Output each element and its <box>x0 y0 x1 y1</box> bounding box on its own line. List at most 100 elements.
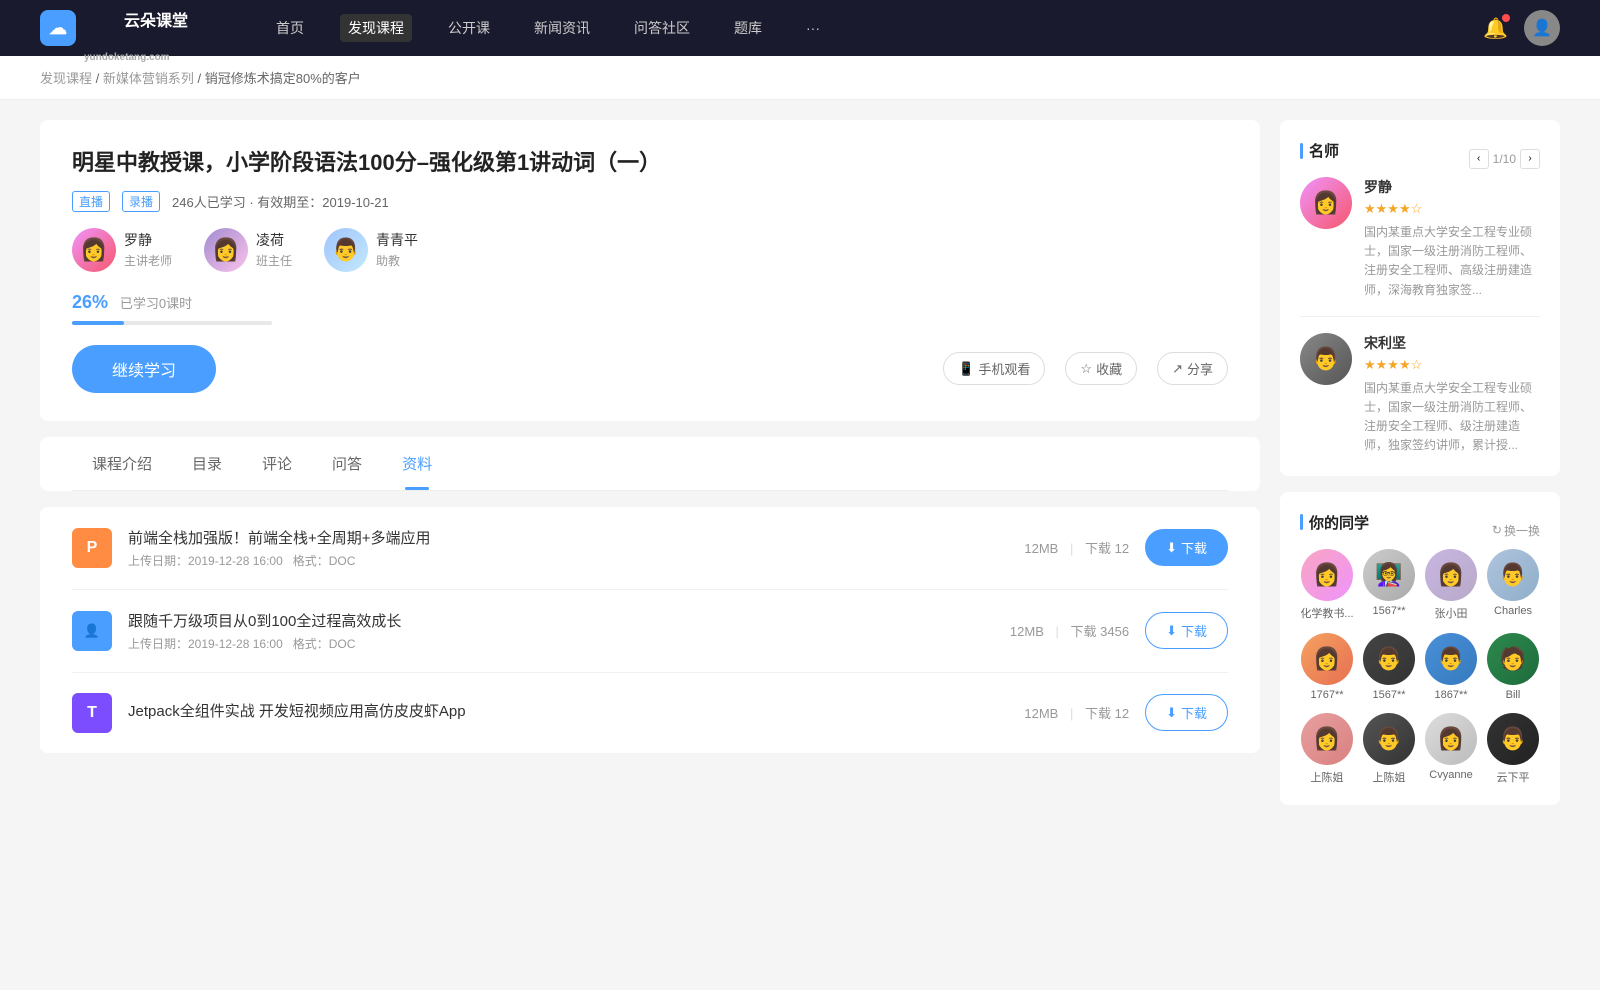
content-right: 名师 ‹ 1/10 › 👩 罗静 ★★★★☆ 国内某重点大学安全工程专业硕士，国… <box>1280 120 1560 821</box>
resource-name-1: 跟随千万级项目从0到100全过程高效成长 <box>128 610 994 631</box>
student-10-name: Cvyanne <box>1424 769 1478 781</box>
student-2-name: 张小田 <box>1424 605 1478 621</box>
nav-home[interactable]: 首页 <box>268 14 312 42</box>
collect-button[interactable]: ☆ 收藏 <box>1065 352 1137 385</box>
progress-percent: 26% <box>72 292 108 313</box>
notification-bell[interactable]: 🔔 <box>1483 16 1508 41</box>
teachers-sidebar-title: 名师 <box>1300 140 1339 161</box>
action-links: 📱 手机观看 ☆ 收藏 ↗ 分享 <box>943 352 1228 385</box>
nav-more[interactable]: ··· <box>798 16 828 40</box>
teacher-1-name: 凌荷 <box>256 230 292 250</box>
teacher-2-avatar: 👨 <box>324 228 368 272</box>
tab-review[interactable]: 评论 <box>242 437 312 490</box>
student-8-avatar: 👩 <box>1301 713 1353 765</box>
teacher-1: 👩 凌荷 班主任 <box>204 228 292 272</box>
logo[interactable]: ☁ 云朵课堂 yundoketang.com <box>40 0 228 64</box>
sidebar-teacher-1: 👨 宋利坚 ★★★★☆ 国内某重点大学安全工程专业硕士，国家一级注册消防工程师、… <box>1300 333 1540 456</box>
teacher-1-avatar: 👩 <box>204 228 248 272</box>
student-7-avatar: 🧑 <box>1487 633 1539 685</box>
tab-resources[interactable]: 资料 <box>382 437 452 490</box>
sidebar-teacher-0: 👩 罗静 ★★★★☆ 国内某重点大学安全工程专业硕士，国家一级注册消防工程师、注… <box>1300 177 1540 317</box>
teacher-2: 👨 青青平 助教 <box>324 228 418 272</box>
student-5[interactable]: 👨 1567** <box>1362 633 1416 701</box>
student-5-avatar: 👨 <box>1363 633 1415 685</box>
nav-public[interactable]: 公开课 <box>440 14 498 42</box>
student-3[interactable]: 👨 Charles <box>1486 549 1540 621</box>
teachers-next-button[interactable]: › <box>1520 149 1540 169</box>
student-9-avatar: 👨 <box>1363 713 1415 765</box>
user-avatar[interactable]: 👤 <box>1524 10 1560 46</box>
progress-bar-fill <box>72 321 124 325</box>
resource-icon-0: P <box>72 528 112 568</box>
header-right: 🔔 👤 <box>1483 10 1560 46</box>
student-3-avatar: 👨 <box>1487 549 1539 601</box>
download-button-1[interactable]: ⬇ 下载 <box>1145 612 1228 649</box>
teachers-prev-button[interactable]: ‹ <box>1469 149 1489 169</box>
student-11-name: 云下平 <box>1486 769 1540 785</box>
teachers-section: 👩 罗静 主讲老师 👩 凌荷 班主任 👨 青青平 <box>72 228 1228 272</box>
teachers-sidebar-header: 名师 ‹ 1/10 › <box>1300 140 1540 177</box>
tab-catalog[interactable]: 目录 <box>172 437 242 490</box>
download-button-2[interactable]: ⬇ 下载 <box>1145 694 1228 731</box>
resource-name-2: Jetpack全组件实战 开发短视频应用高仿皮皮虾App <box>128 700 1008 721</box>
teacher-0-name: 罗静 <box>124 230 172 250</box>
resource-size-1: 12MB | 下载 3456 <box>1010 621 1129 640</box>
breadcrumb-item-1[interactable]: 发现课程 <box>40 71 92 86</box>
nav-news[interactable]: 新闻资讯 <box>526 14 598 42</box>
student-7[interactable]: 🧑 Bill <box>1486 633 1540 701</box>
course-actions: 继续学习 📱 手机观看 ☆ 收藏 ↗ 分享 <box>72 345 1228 393</box>
student-2[interactable]: 👩 张小田 <box>1424 549 1478 621</box>
student-6-avatar: 👨 <box>1425 633 1477 685</box>
continue-learning-button[interactable]: 继续学习 <box>72 345 216 393</box>
badge-record: 录播 <box>122 191 160 212</box>
resource-name-0: 前端全栈加强版！前端全栈+全周期+多端应用 <box>128 527 1008 548</box>
resource-meta-0: 上传日期：2019-12-28 16:00 格式：DOC <box>128 552 1008 569</box>
teacher-0-avatar: 👩 <box>72 228 116 272</box>
resource-meta-1: 上传日期：2019-12-28 16:00 格式：DOC <box>128 635 994 652</box>
progress-section: 26% 已学习0课时 <box>72 292 1228 325</box>
breadcrumb-item-2[interactable]: 新媒体营销系列 <box>103 71 194 86</box>
progress-bar-bg <box>72 321 272 325</box>
student-5-name: 1567** <box>1362 689 1416 701</box>
resource-size-2: 12MB | 下载 12 <box>1024 703 1129 722</box>
resource-item-1: 👤 跟随千万级项目从0到100全过程高效成长 上传日期：2019-12-28 1… <box>72 590 1228 673</box>
header-left: ☁ 云朵课堂 yundoketang.com 首页 发现课程 公开课 新闻资讯 … <box>40 0 828 64</box>
tab-intro[interactable]: 课程介绍 <box>72 437 172 490</box>
student-1[interactable]: 👩‍🏫 1567** <box>1362 549 1416 621</box>
phone-view-button[interactable]: 📱 手机观看 <box>943 352 1045 385</box>
student-6[interactable]: 👨 1867** <box>1424 633 1478 701</box>
teacher-0-role: 主讲老师 <box>124 252 172 269</box>
nav-quiz[interactable]: 题库 <box>726 14 770 42</box>
nav-qa[interactable]: 问答社区 <box>626 14 698 42</box>
student-11[interactable]: 👨 云下平 <box>1486 713 1540 785</box>
nav-discover[interactable]: 发现课程 <box>340 14 412 42</box>
student-7-name: Bill <box>1486 689 1540 701</box>
student-8[interactable]: 👩 上陈姐 <box>1300 713 1354 785</box>
student-9[interactable]: 👨 上陈姐 <box>1362 713 1416 785</box>
student-4[interactable]: 👩 1767** <box>1300 633 1354 701</box>
refresh-students-button[interactable]: ↻ 换一换 <box>1492 522 1540 539</box>
student-1-name: 1567** <box>1362 605 1416 617</box>
tabs-card: 课程介绍 目录 评论 问答 资料 <box>40 437 1260 491</box>
download-button-0[interactable]: ⬇ 下载 <box>1145 529 1228 566</box>
student-2-avatar: 👩 <box>1425 549 1477 601</box>
sidebar-teacher-1-avatar: 👨 <box>1300 333 1352 385</box>
student-10[interactable]: 👩 Cvyanne <box>1424 713 1478 785</box>
student-11-avatar: 👨 <box>1487 713 1539 765</box>
tab-qa[interactable]: 问答 <box>312 437 382 490</box>
teacher-2-role: 助教 <box>376 252 418 269</box>
course-student-count: 246人已学习 · 有效期至：2019-10-21 <box>172 192 389 211</box>
student-0[interactable]: 👩 化学教书... <box>1300 549 1354 621</box>
badge-live: 直播 <box>72 191 110 212</box>
sidebar-teacher-0-name: 罗静 <box>1364 177 1540 197</box>
main-content: 明星中教授课，小学阶段语法100分–强化级第1讲动词（一） 直播 录播 246人… <box>0 100 1600 841</box>
resource-info-2: Jetpack全组件实战 开发短视频应用高仿皮皮虾App <box>128 700 1008 725</box>
student-0-avatar: 👩 <box>1301 549 1353 601</box>
logo-text: 云朵课堂 yundoketang.com <box>84 0 228 64</box>
student-9-name: 上陈姐 <box>1362 769 1416 785</box>
student-6-name: 1867** <box>1424 689 1478 701</box>
students-grid: 👩 化学教书... 👩‍🏫 1567** 👩 张小田 👨 Charles 👩 <box>1300 549 1540 785</box>
students-sidebar: 你的同学 ↻ 换一换 👩 化学教书... 👩‍🏫 1567** 👩 <box>1280 492 1560 805</box>
resource-size-0: 12MB | 下载 12 <box>1024 538 1129 557</box>
share-button[interactable]: ↗ 分享 <box>1157 352 1228 385</box>
